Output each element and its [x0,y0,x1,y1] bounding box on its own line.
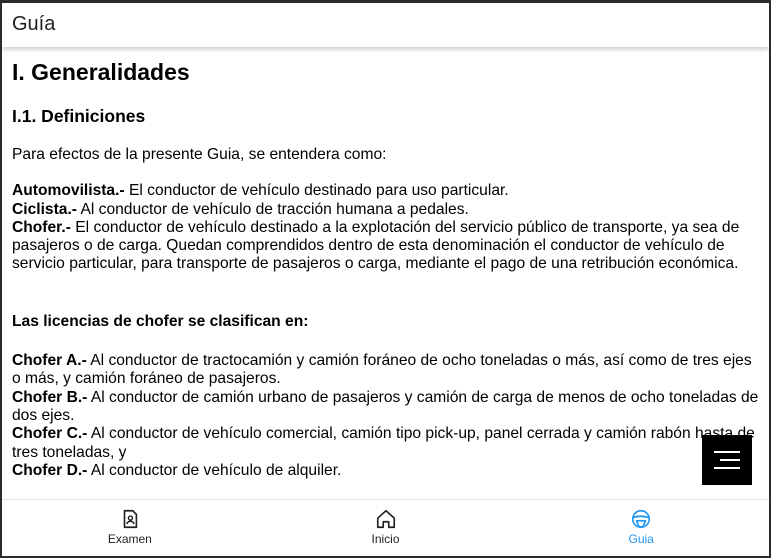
page-title: Guía [12,13,56,35]
definition-term: Ciclista.- [12,200,77,218]
license-item: Chofer D.- Al conductor de vehículo de a… [12,462,759,480]
home-icon [376,509,395,529]
definition-item: Chofer.- El conductor de vehículo destin… [12,219,759,274]
license-term: Chofer C.- [12,425,88,443]
app-bar: Guía [2,3,769,47]
exam-badge-icon [123,509,138,529]
license-text: Al conductor de vehículo comercial, cami… [12,425,755,461]
nav-label: Guia [628,532,654,546]
license-text: Al conductor de vehículo de alquiler. [87,461,342,479]
intro-text: Para efectos de la presente Guia, se ent… [12,146,387,163]
nav-item-examen[interactable]: Examen [2,500,258,556]
definition-item: Automovilista.- El conductor de vehículo… [12,182,759,200]
licenses-list: Chofer A.- Al conductor de tractocamión … [12,352,759,480]
menu-icon [714,451,740,453]
license-item: Chofer C.- Al conductor de vehículo come… [12,425,759,462]
app-window: Guía I. Generalidades I.1. Definiciones … [0,0,771,558]
section-heading: I. Generalidades [12,59,190,85]
license-item: Chofer A.- Al conductor de tractocamión … [12,352,759,389]
definition-term: Automovilista.- [12,182,125,200]
nav-label: Examen [107,532,152,546]
definition-text: Al conductor de vehículo de tracción hum… [77,200,469,218]
definition-text: El conductor de vehículo destinado para … [124,182,509,200]
definition-term: Chofer.- [12,218,71,236]
subsection-heading: I.1. Definiciones [12,106,146,126]
license-item: Chofer B.- Al conductor de camión urbano… [12,389,759,426]
bottom-navigation: Examen Inicio Guia [2,499,769,556]
license-term: Chofer D.- [12,461,88,479]
license-text: Al conductor de camión urbano de pasajer… [12,388,759,424]
license-term: Chofer B.- [12,388,88,406]
nav-label: Inicio [371,532,400,546]
definition-item: Ciclista.- Al conductor de vehículo de t… [12,201,759,219]
nav-item-guia[interactable]: Guia [513,500,769,556]
license-term: Chofer A.- [12,352,87,370]
nav-item-inicio[interactable]: Inicio [258,500,514,556]
licenses-heading: Las licencias de chofer se clasifican en… [12,312,309,330]
license-text: Al conductor de tractocamión y camión fo… [12,352,752,388]
definition-text: El conductor de vehículo destinado a la … [12,218,740,273]
menu-button[interactable] [702,435,752,485]
guide-content[interactable]: I. Generalidades I.1. Definiciones Para … [2,47,769,499]
definitions-list: Automovilista.- El conductor de vehículo… [12,182,759,273]
steering-wheel-icon [632,509,651,529]
